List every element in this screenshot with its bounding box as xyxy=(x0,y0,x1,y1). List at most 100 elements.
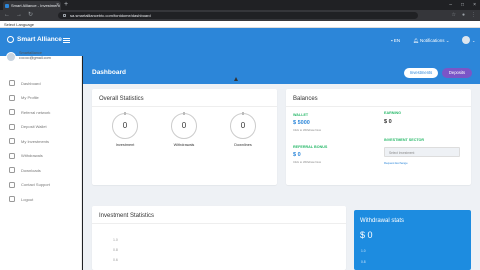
browser-toolbar-icons: ☆ ● ⋮ xyxy=(451,10,476,21)
withdraw-icon xyxy=(9,152,15,159)
download-icon xyxy=(9,167,15,174)
back-icon[interactable]: ← xyxy=(4,10,10,21)
profile-icon[interactable]: ● xyxy=(462,10,465,21)
sidebar-item-support[interactable]: Contact Support xyxy=(0,178,82,193)
wallet-value: $ 5000 xyxy=(293,120,310,126)
axis-label: 0.8 xyxy=(361,260,366,264)
menu-icon[interactable]: ⋮ xyxy=(471,10,476,21)
investments-button[interactable]: Investments xyxy=(404,68,438,78)
translate-bar[interactable]: Select Language xyxy=(0,21,480,28)
sidebar-item-label: Withdrawals xyxy=(21,153,43,159)
app-topbar: Smart Alliance ▪ EN 🔔︎ Notifications ⌄ ⌄ xyxy=(0,28,480,56)
request-exchange-link[interactable]: Request Exchange xyxy=(384,161,408,165)
hamburger-menu-icon[interactable] xyxy=(63,38,70,43)
brand-name: Smart Alliance xyxy=(17,36,62,43)
address-bar-row: ← → ↻ sa.smartalliancebtc.com/fontdome/d… xyxy=(0,10,480,21)
sidebar-item-investments[interactable]: My Investments xyxy=(0,134,82,149)
sidebar-item-label: Downloads xyxy=(21,167,41,173)
sector-select[interactable]: Select Investment xyxy=(384,147,460,157)
card-title: Balances xyxy=(293,96,318,102)
minimize-icon[interactable]: – xyxy=(449,0,452,10)
chevron-down-icon: ⌄ xyxy=(445,38,450,43)
card-title: Overall Statistics xyxy=(99,96,144,102)
axis-label: 1.0 xyxy=(113,238,118,242)
axis-label: 0.6 xyxy=(113,258,118,262)
lock-icon xyxy=(63,13,66,18)
notifications-button[interactable]: 🔔︎ Notifications ⌄ xyxy=(413,38,450,44)
sidebar-item-label: Referral network xyxy=(21,109,51,115)
brand[interactable]: Smart Alliance xyxy=(7,36,62,43)
sidebar-item-logout[interactable]: Logout xyxy=(0,192,82,207)
sidebar-item-label: Deposit Wallet xyxy=(21,124,47,130)
page-title: Dashboard xyxy=(92,69,126,76)
sidebar-item-label: Contact Support xyxy=(21,182,50,188)
user-email: ••••••••@gmail.com xyxy=(19,55,51,60)
new-tab-icon[interactable]: + xyxy=(64,0,68,10)
url-text: sa.smartalliancebtc.com/fontdome/dashboa… xyxy=(70,13,151,18)
sidebar-menu: Dashboard My Profile Referral network De… xyxy=(0,76,82,207)
wallet-withdraw-link[interactable]: Click to Withdraw Now xyxy=(293,128,321,132)
maximize-icon[interactable]: □ xyxy=(461,0,464,10)
chart-icon xyxy=(9,138,15,145)
network-icon xyxy=(9,109,15,116)
browser-tab[interactable]: Smart Alliance - Investment × xyxy=(3,1,61,10)
referral-value: $ 0 xyxy=(293,152,301,158)
withdrawal-stats-card: Withdrawal stats $ 0 1.0 0.8 xyxy=(354,210,471,270)
referral-withdraw-link[interactable]: Click to Withdraw Now xyxy=(293,160,321,164)
sidebar-item-label: My Investments xyxy=(21,138,50,144)
sidebar-item-referral[interactable]: Referral network xyxy=(0,105,82,120)
stat-value: 0 xyxy=(171,112,197,139)
stat-label: Downlines xyxy=(234,143,252,147)
sidebar-item-dashboard[interactable]: Dashboard xyxy=(0,76,82,91)
investment-statistics-card: Investment Statistics 1.0 0.8 0.6 xyxy=(92,206,346,270)
close-window-icon[interactable]: × xyxy=(473,0,476,10)
user-icon xyxy=(9,94,15,101)
sidebar-item-deposit[interactable]: Deposit Wallet xyxy=(0,120,82,135)
sidebar-item-downloads[interactable]: Downloads xyxy=(0,163,82,178)
balances-card: Balances WALLET $ 5000 Click to Withdraw… xyxy=(286,89,471,185)
sidebar-item-label: Dashboard xyxy=(21,80,41,86)
axis-label: 0.8 xyxy=(113,248,118,252)
brand-logo-icon xyxy=(7,36,14,43)
axis-label: 1.0 xyxy=(361,249,366,253)
main-content: Dashboard Investments Deposits Overall S… xyxy=(83,56,480,270)
stat-value: 0 xyxy=(230,112,256,139)
stat-label: Investment xyxy=(115,143,135,147)
sidebar-item-withdrawals[interactable]: Withdrawals xyxy=(0,149,82,164)
language-selector[interactable]: ▪ EN xyxy=(391,38,400,43)
site-favicon-icon xyxy=(5,3,9,8)
earning-label: EARNING xyxy=(384,111,402,115)
star-icon[interactable]: ☆ xyxy=(451,10,455,21)
sidebar-item-label: My Profile xyxy=(21,95,39,101)
tab-title: Smart Alliance - Investment xyxy=(11,3,60,8)
earning-value: $ 0 xyxy=(384,119,392,125)
divider xyxy=(92,106,277,107)
sidebar-user: Smartalliance ••••••••@gmail.com xyxy=(6,50,51,62)
sector-label: INVESTMENT SECTOR xyxy=(384,138,425,142)
bell-icon: 🔔︎ xyxy=(413,38,419,43)
translate-label: Select Language xyxy=(4,22,35,27)
sidebar-item-label: Logout xyxy=(21,196,34,202)
stat-withdrawals: 0 Withdrawals xyxy=(154,112,214,147)
card-title: Withdrawal stats xyxy=(360,218,405,224)
stat-value: 0 xyxy=(112,112,138,139)
language-label: EN xyxy=(393,38,401,43)
sidebar: Smartalliance ••••••••@gmail.com Dashboa… xyxy=(0,51,82,270)
stat-downlines: 0 Downlines xyxy=(213,112,273,147)
close-tab-icon[interactable]: × xyxy=(56,1,59,10)
forward-icon[interactable]: → xyxy=(16,10,22,21)
deposits-button[interactable]: Deposits xyxy=(442,68,472,78)
wallet-icon xyxy=(9,123,15,130)
overall-statistics-card: Overall Statistics 0 Investment 0 Withdr… xyxy=(92,89,277,185)
user-menu-chevron-icon[interactable]: ⌄ xyxy=(472,38,475,43)
user-avatar[interactable] xyxy=(462,36,470,44)
divider xyxy=(286,106,471,107)
sidebar-item-profile[interactable]: My Profile xyxy=(0,91,82,106)
url-field[interactable]: sa.smartalliancebtc.com/fontdome/dashboa… xyxy=(58,12,418,19)
withdrawal-value: $ 0 xyxy=(360,230,373,240)
nav-buttons: ← → ↻ xyxy=(4,10,33,21)
stat-label: Withdrawals xyxy=(173,143,195,147)
reload-icon[interactable]: ↻ xyxy=(28,10,33,21)
stat-investment: 0 Investment xyxy=(95,112,155,147)
avatar xyxy=(6,52,16,62)
